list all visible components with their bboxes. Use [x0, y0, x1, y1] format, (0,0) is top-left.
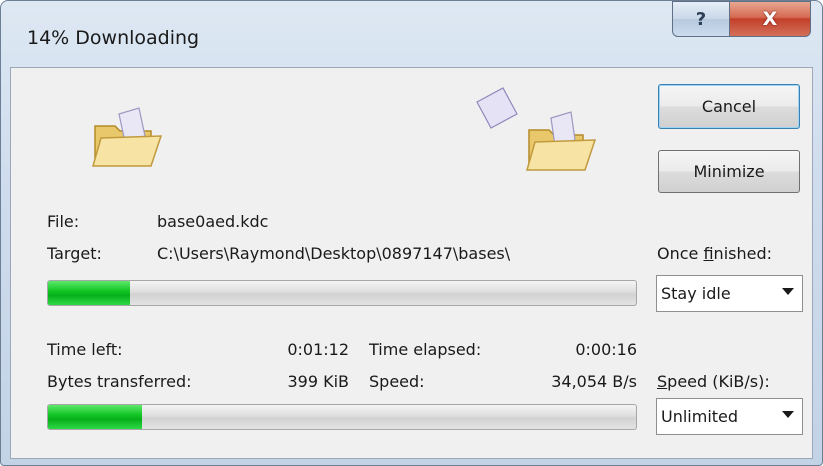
- once-finished-select[interactable]: Stay idle: [656, 275, 803, 312]
- speed-value: 34,054 B/s: [551, 372, 637, 391]
- dropdown-arrow-icon: [782, 411, 794, 418]
- speed-limit-selected: Unlimited: [661, 407, 739, 426]
- cancel-button[interactable]: Cancel: [658, 84, 800, 129]
- bytes-transferred-label: Bytes transferred:: [47, 372, 192, 391]
- target-label: Target:: [47, 244, 102, 263]
- file-progress-bar: [47, 280, 637, 306]
- flying-document-icon: [476, 87, 518, 129]
- file-progress-fill: [48, 281, 131, 305]
- help-icon: ?: [695, 8, 707, 30]
- help-button[interactable]: ?: [672, 1, 730, 37]
- once-finished-label: Once finished:: [657, 244, 772, 263]
- overall-progress-bar: [47, 404, 637, 430]
- speed-limit-label: Speed (KiB/s):: [657, 372, 770, 391]
- close-icon: X: [762, 8, 778, 30]
- destination-folder-icon: [476, 87, 597, 171]
- title-bar[interactable]: 14% Downloading ? X: [1, 1, 822, 67]
- speed-label: Speed:: [369, 372, 425, 391]
- speed-limit-select[interactable]: Unlimited: [656, 398, 803, 435]
- time-elapsed-label: Time elapsed:: [369, 340, 482, 359]
- target-value: C:\Users\Raymond\Desktop\0897147\bases\: [157, 244, 511, 263]
- file-label: File:: [47, 212, 80, 231]
- time-left-label: Time left:: [47, 340, 123, 359]
- minimize-button[interactable]: Minimize: [658, 150, 800, 193]
- bytes-transferred-value: 399 KiB: [287, 372, 349, 391]
- dropdown-arrow-icon: [782, 288, 794, 295]
- close-button[interactable]: X: [729, 1, 811, 37]
- overall-progress-fill: [48, 405, 143, 429]
- download-dialog: 14% Downloading ? X Cancel Minimize File…: [0, 0, 823, 466]
- dialog-client-area: Cancel Minimize File: base0aed.kdc Targe…: [10, 67, 813, 459]
- window-title: 14% Downloading: [27, 27, 200, 49]
- time-left-value: 0:01:12: [287, 340, 349, 359]
- file-value: base0aed.kdc: [157, 212, 269, 231]
- once-finished-selected: Stay idle: [661, 284, 731, 303]
- source-folder-icon: [92, 107, 163, 167]
- time-elapsed-value: 0:00:16: [575, 340, 637, 359]
